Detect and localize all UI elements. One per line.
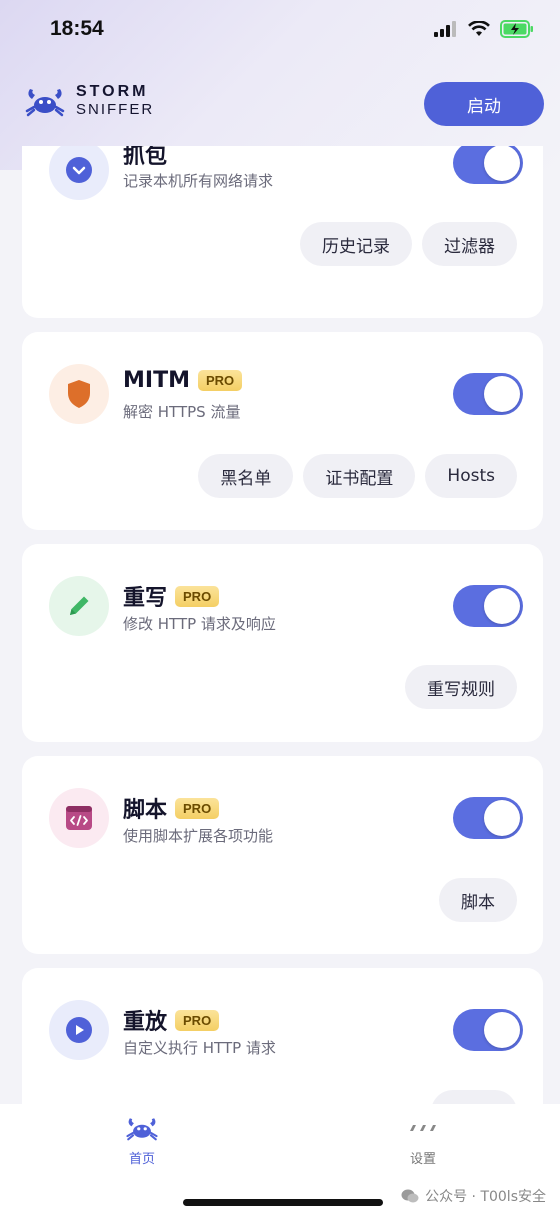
watermark-text: 公众号 · T00ls安全: [425, 1189, 546, 1205]
blacklist-button[interactable]: 黑名单: [198, 454, 294, 498]
replay-title-row: 重放 PRO: [123, 1004, 220, 1036]
rewrite-toggle[interactable]: [453, 585, 523, 627]
chevron-down-icon: [66, 157, 92, 183]
capture-toggle[interactable]: [453, 146, 523, 184]
card-rewrite: 重写 PRO 修改 HTTP 请求及响应 重写规则: [22, 544, 543, 742]
mitm-toggle[interactable]: [453, 373, 523, 415]
card-title: 重放: [123, 1010, 168, 1035]
signal-icon: [434, 21, 456, 37]
rewrite-title-row: 重写 PRO: [123, 580, 220, 612]
mitm-icon-circle: [49, 364, 109, 424]
status-bar: 18:54: [0, 0, 560, 62]
status-time: 18:54: [50, 17, 104, 40]
script-title-row: 脚本 PRO: [123, 792, 220, 824]
code-window-icon: [66, 806, 92, 830]
card-capture: 抓包 记录本机所有网络请求 历史记录 过滤器: [22, 146, 543, 318]
crab-logo-icon: [25, 88, 65, 116]
toggle-knob: [484, 146, 520, 181]
card-subtitle: 记录本机所有网络请求: [123, 172, 274, 190]
mitm-actions: 黑名单 证书配置 Hosts: [198, 454, 517, 498]
card-title: 抓包: [123, 146, 168, 169]
card-mitm: MITM PRO 解密 HTTPS 流量 黑名单 证书配置 Hosts: [22, 332, 543, 530]
shield-icon: [68, 380, 90, 408]
toggle-knob: [484, 588, 520, 624]
card-subtitle: 修改 HTTP 请求及响应: [123, 615, 276, 633]
capture-actions: 历史记录 过滤器: [300, 222, 517, 266]
cert-config-button[interactable]: 证书配置: [303, 454, 416, 498]
home-indicator: [183, 1199, 383, 1206]
brand-line2: SNIFFER: [76, 101, 155, 118]
tab-settings-label: 设置: [409, 1152, 436, 1167]
play-icon: [66, 1017, 92, 1043]
card-title: MITM: [123, 368, 190, 393]
start-button[interactable]: 启动: [424, 82, 544, 126]
pro-badge: PRO: [175, 1009, 220, 1031]
tab-settings[interactable]: 设置: [363, 1114, 483, 1167]
card-script: 脚本 PRO 使用脚本扩展各项功能 脚本: [22, 756, 543, 954]
card-title: 脚本: [123, 798, 168, 823]
card-subtitle: 使用脚本扩展各项功能: [123, 827, 274, 845]
feature-list: 抓包 记录本机所有网络请求 历史记录 过滤器 MITM PRO 解密 HTTPS…: [22, 146, 543, 1106]
scripts-button[interactable]: 脚本: [439, 878, 517, 922]
app-logo: STORM SNIFFER: [24, 84, 154, 117]
watermark: 公众号 · T00ls安全: [401, 1186, 546, 1206]
crab-icon: [126, 1118, 158, 1141]
script-actions: 脚本: [439, 878, 517, 922]
toggle-knob: [484, 800, 520, 836]
tab-home[interactable]: 首页: [82, 1114, 202, 1167]
battery-charging-icon: [500, 20, 533, 38]
history-button[interactable]: 历史记录: [300, 222, 412, 266]
filter-button[interactable]: 过滤器: [422, 222, 517, 266]
pencil-icon: [70, 596, 89, 615]
mitm-title-row: MITM PRO: [123, 368, 243, 393]
replay-icon-circle: [49, 1000, 109, 1060]
wifi-icon: [468, 21, 490, 36]
card-title: 重写: [123, 586, 168, 611]
replay-toggle[interactable]: [453, 1009, 523, 1051]
hosts-button[interactable]: Hosts: [425, 454, 517, 498]
capture-title-row: 抓包: [123, 146, 167, 170]
rewrite-actions: 重写规则: [405, 665, 517, 709]
script-icon-circle: [49, 788, 109, 848]
card-replay: 重放 PRO 自定义执行 HTTP 请求: [22, 968, 543, 1106]
pro-badge: PRO: [175, 797, 220, 819]
toggle-knob: [484, 376, 520, 412]
wechat-icon: [401, 1189, 419, 1203]
dots-icon: [410, 1125, 436, 1131]
app-header: STORM SNIFFER 启动: [0, 70, 560, 140]
script-toggle[interactable]: [453, 797, 523, 839]
brand-line1: STORM: [76, 83, 149, 100]
card-subtitle: 解密 HTTPS 流量: [123, 403, 241, 421]
rewrite-icon-circle: [49, 576, 109, 636]
tab-home-label: 首页: [128, 1152, 155, 1167]
capture-icon-circle: [49, 146, 109, 200]
status-icons: [434, 20, 534, 38]
pro-badge: PRO: [197, 370, 243, 391]
card-subtitle: 自定义执行 HTTP 请求: [123, 1039, 276, 1057]
rewrite-rules-button[interactable]: 重写规则: [405, 665, 517, 709]
toggle-knob: [484, 1012, 520, 1048]
pro-badge: PRO: [175, 585, 220, 607]
